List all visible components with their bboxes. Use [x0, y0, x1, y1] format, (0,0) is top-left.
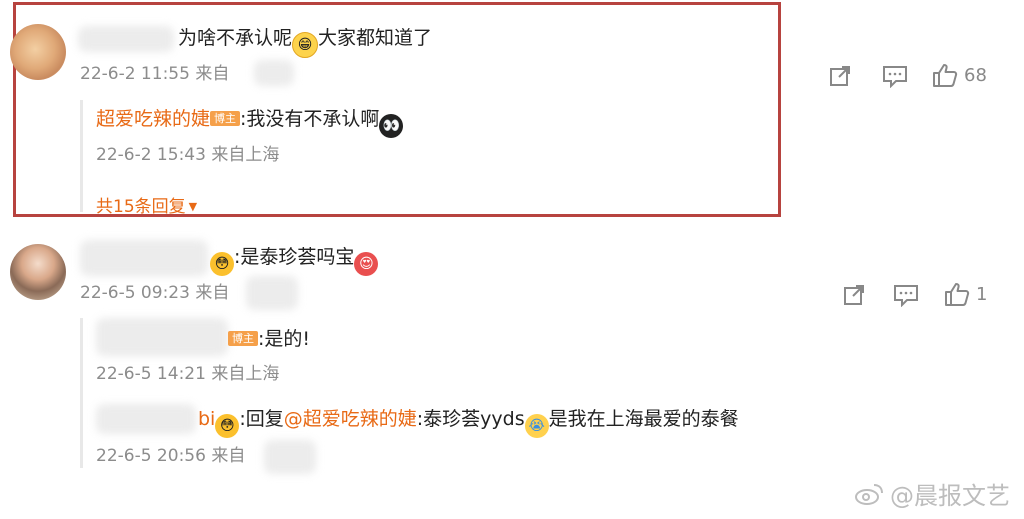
blurred-username — [96, 404, 196, 434]
reply-location: 来自上海 — [211, 364, 280, 384]
reply-content: :我没有不承认啊 — [240, 108, 380, 130]
like-count: 1 — [976, 283, 988, 305]
thumbs-up-icon — [945, 283, 970, 306]
share-button[interactable] — [842, 283, 866, 307]
reply-author[interactable]: 超爱吃辣的婕 — [96, 108, 210, 130]
caret-down-icon: ▼ — [188, 200, 198, 213]
comment-text: 为啥不承认呢 😁 大家都知道了 — [178, 29, 432, 58]
comment-text-part1: 为啥不承认呢 — [178, 27, 293, 49]
blogger-badge: 博主 — [228, 331, 258, 346]
comment-text-main: :是泰珍荟吗宝 — [234, 246, 355, 268]
laugh-emoji-icon: 😁 — [292, 32, 319, 58]
comment-location: 来自 — [195, 283, 230, 303]
reply-meta: 22-6-5 20:56 来自 — [96, 448, 245, 465]
dark-face-emoji-icon: 👀 — [379, 114, 404, 138]
thread-line — [80, 100, 83, 212]
more-replies-link[interactable]: 共15条回复 ▼ — [96, 192, 197, 217]
comment-location: 来自 — [195, 64, 230, 84]
blogger-badge: 博主 — [210, 111, 241, 126]
comment-icon — [894, 285, 918, 307]
like-button[interactable]: 1 — [944, 281, 987, 307]
thumbs-up-icon — [933, 64, 958, 87]
reply-content: :是的! — [258, 328, 311, 350]
heart-eyes-emoji-icon: 😍 — [354, 252, 379, 276]
reply-content: :泰珍荟yyds — [416, 408, 525, 430]
thread-line — [80, 318, 83, 468]
blurred-username — [80, 240, 208, 276]
reply-time: 22-6-5 20:56 — [96, 446, 206, 466]
comment-icon — [883, 66, 907, 88]
mention-link[interactable]: @超爱吃辣的婕 — [284, 408, 417, 430]
shy-emoji-icon: 😳 — [210, 252, 234, 276]
blurred-username — [96, 318, 228, 356]
reply-location: 来自 — [211, 446, 246, 466]
reply-time: 22-6-2 15:43 — [96, 145, 206, 165]
blurred-location — [246, 276, 298, 310]
comment-button[interactable] — [882, 64, 908, 88]
shy-emoji-icon: 😳 — [215, 414, 240, 438]
reply-text: 博主:是的! — [228, 330, 310, 349]
reply-prefix: :回复 — [239, 408, 284, 430]
avatar[interactable] — [10, 244, 66, 300]
comment-time: 22-6-2 11:55 — [80, 64, 190, 84]
share-icon — [830, 66, 850, 86]
comment-time: 22-6-5 09:23 — [80, 283, 190, 303]
watermark-text: @晨报文艺 — [890, 482, 1010, 510]
reply-meta: 22-6-5 14:21 来自上海 — [96, 366, 279, 383]
reply-location: 来自上海 — [211, 145, 280, 165]
crying-emoji-icon: 😭 — [524, 414, 549, 438]
reply-text: 超爱吃辣的婕 博主:我没有不承认啊 👀 — [96, 108, 404, 138]
blurred-location — [254, 60, 294, 86]
avatar[interactable] — [10, 24, 66, 80]
comment-text-part2: 大家都知道了 — [318, 27, 433, 49]
share-icon — [844, 285, 864, 305]
reply-text: bi 😳:回复@超爱吃辣的婕:泰珍荟yyds 😭 是我在上海最爱的泰餐 — [198, 410, 739, 438]
blurred-username — [78, 26, 174, 52]
blurred-location — [264, 440, 316, 474]
more-replies-label: 共15条回复 — [96, 197, 186, 217]
like-button[interactable]: 68 — [932, 62, 987, 88]
comment-meta: 22-6-2 11:55 来自 — [80, 66, 229, 83]
watermark: @晨报文艺 — [854, 476, 1010, 511]
reply-time: 22-6-5 14:21 — [96, 364, 206, 384]
reply-meta: 22-6-2 15:43 来自上海 — [96, 147, 279, 164]
comment-meta: 22-6-5 09:23 来自 — [80, 285, 229, 302]
share-button[interactable] — [828, 64, 852, 88]
like-count: 68 — [964, 64, 987, 86]
reply-author-fragment[interactable]: bi — [198, 408, 215, 430]
comment-text: 😳:是泰珍荟吗宝 😍 — [210, 246, 379, 276]
weibo-logo-icon — [855, 483, 883, 505]
reply-content-end: 是我在上海最爱的泰餐 — [548, 408, 739, 430]
comment-button[interactable] — [893, 283, 919, 307]
